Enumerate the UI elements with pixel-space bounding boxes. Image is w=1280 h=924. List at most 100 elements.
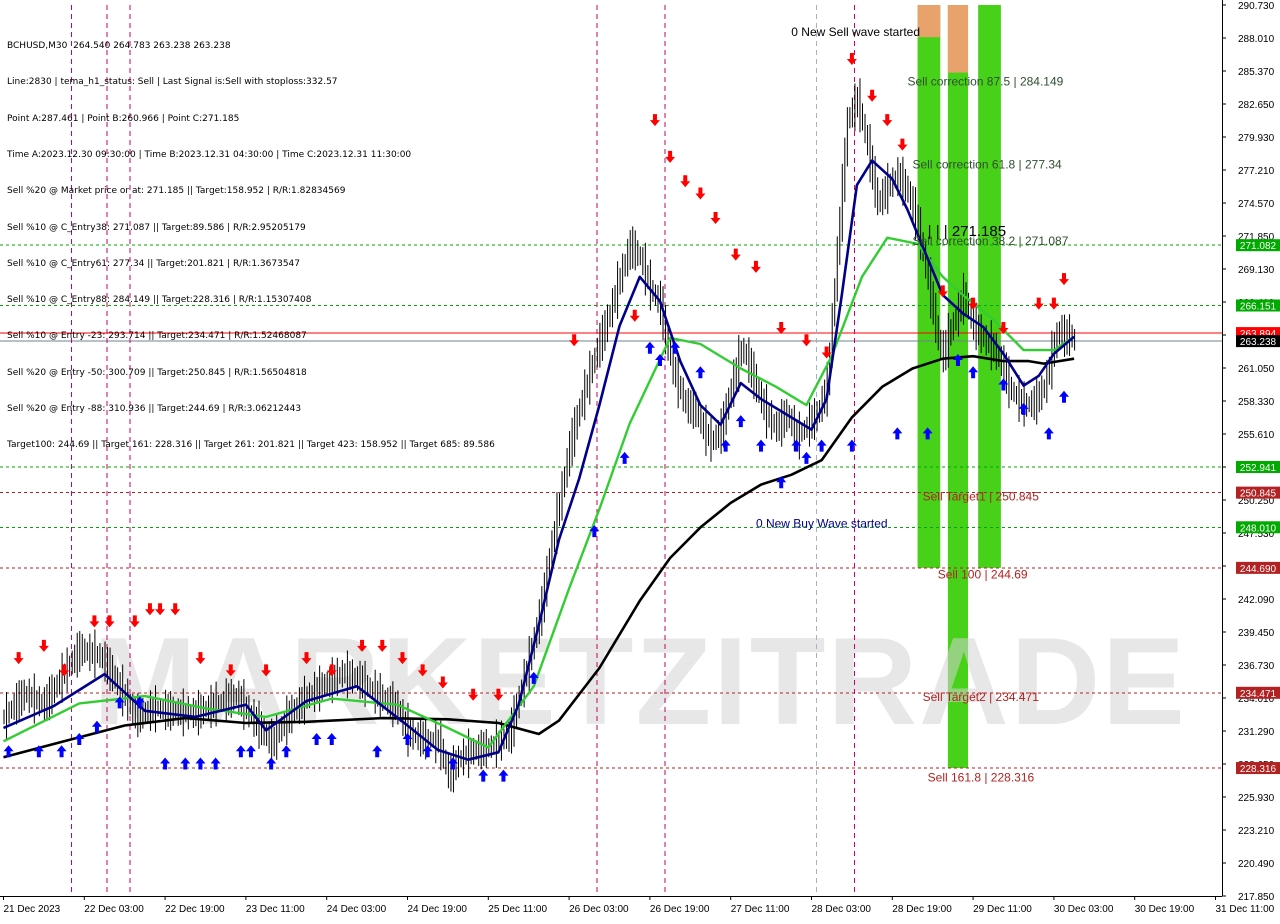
buy-arrow-icon	[720, 439, 731, 452]
time-tick-label: 29 Dec 11:00	[973, 904, 1032, 915]
price-tick-label: 242.090	[1238, 595, 1275, 606]
info-line: Sell %20 @ Entry -88: 310.936 || Target:…	[7, 404, 302, 414]
price-tick-label: 236.730	[1238, 661, 1275, 672]
buy-arrow-icon	[756, 439, 766, 452]
target-zone	[917, 5, 941, 568]
symbol-label: BCHUSD,M30	[7, 41, 68, 52]
buy-arrow-icon	[695, 366, 706, 379]
target-zone	[947, 5, 969, 73]
price-tick-label: 223.210	[1238, 826, 1275, 837]
chart-annotation: Sell Target1 | 250.845	[923, 490, 1040, 504]
buy-arrow-icon	[195, 757, 206, 770]
price-tick-label: 261.050	[1238, 364, 1275, 375]
price-tick-label: 279.930	[1238, 133, 1275, 144]
chart-annotation: Sell correction 87.5 | 284.149	[907, 74, 1063, 88]
buy-arrow-icon	[56, 745, 67, 758]
price-tick-label: 290.730	[1238, 1, 1275, 12]
sell-arrow-icon	[730, 248, 741, 261]
price-level-tag-label: 248.010	[1240, 523, 1277, 534]
buy-arrow-icon	[644, 341, 655, 354]
time-tick-label: 22 Dec 19:00	[165, 904, 225, 915]
chart-annotation: 0 New Buy Wave started	[756, 516, 888, 530]
price-tick-label: 274.570	[1238, 199, 1275, 210]
ohlc-label: 264.540 264.783 263.238 263.238	[73, 41, 231, 52]
price-level-tag-label: 263.238	[1240, 337, 1277, 348]
info-line: Sell %20 @ Entry -50: 300.709 || Target:…	[7, 367, 307, 378]
price-level-tag-label: 271.082	[1240, 241, 1277, 252]
time-tick-label: 22 Dec 03:00	[84, 904, 144, 915]
info-line: Sell %10 @ C_Entry38: 271.087 || Target:…	[7, 222, 306, 233]
buy-arrow-icon	[74, 733, 85, 746]
price-level-tag-label: 250.845	[1240, 489, 1277, 500]
watermark-text: MARKETZITRADE	[93, 613, 1187, 751]
sell-arrow-icon	[569, 334, 580, 347]
sell-arrow-icon	[629, 309, 640, 322]
sell-arrow-icon	[13, 652, 24, 665]
sell-arrow-icon	[846, 53, 857, 66]
time-tick-label: 26 Dec 19:00	[650, 904, 710, 915]
chart-annotation: 0 New Sell wave started	[791, 25, 920, 39]
buy-arrow-icon	[619, 451, 630, 464]
info-line: Target100: 244.69 || Target 161: 228.316…	[7, 440, 495, 451]
header-line: BCHUSD,M30 264.540 264.783 263.238 263.2…	[7, 40, 495, 52]
price-tick-label: 225.930	[1238, 793, 1275, 804]
sell-arrow-icon	[897, 138, 908, 151]
price-level-tag-label: 252.941	[1240, 463, 1277, 474]
chart-annotation: | | | 271.185	[928, 223, 1006, 240]
sell-arrow-icon	[776, 322, 787, 335]
chart-annotation: Sell 100 | 244.69	[938, 568, 1028, 582]
price-tick-label: 220.490	[1238, 859, 1275, 870]
sell-arrow-icon	[649, 114, 660, 127]
sell-arrow-icon	[38, 639, 49, 652]
price-tick-label: 285.370	[1238, 67, 1275, 78]
time-tick-label: 31 Dec 11:00	[1216, 904, 1275, 915]
sell-arrow-icon	[695, 187, 706, 200]
price-tick-label: 255.610	[1238, 430, 1275, 441]
price-level-tag-label: 244.690	[1240, 564, 1277, 575]
time-tick-label: 24 Dec 03:00	[327, 904, 387, 915]
target-zone	[978, 5, 1001, 568]
info-line: Sell %20 @ Market price or at: 271.185 |…	[7, 186, 346, 197]
price-tick-label: 258.330	[1238, 397, 1275, 408]
price-tick-label: 269.130	[1238, 265, 1275, 276]
chart-annotation: Sell Target2 | 234.471	[923, 690, 1040, 704]
sell-arrow-icon	[882, 114, 893, 127]
buy-arrow-icon	[266, 757, 277, 770]
buy-arrow-icon	[735, 415, 746, 428]
sell-arrow-icon	[801, 334, 812, 347]
buy-arrow-icon	[670, 341, 681, 354]
sell-arrow-icon	[1059, 273, 1069, 286]
price-tick-label: 282.650	[1238, 100, 1275, 111]
buy-arrow-icon	[892, 427, 903, 440]
indicator-info-panel: BCHUSD,M30 264.540 264.783 263.238 263.2…	[7, 16, 495, 476]
price-tick-label: 277.210	[1238, 166, 1275, 177]
info-line: Sell %10 @ Entry -23: 293.714 || Target:…	[7, 331, 307, 342]
info-line: Sell %10 @ C_Entry88: 284.149 || Target:…	[7, 295, 312, 306]
target-zone	[917, 5, 941, 38]
time-tick-label: 24 Dec 19:00	[408, 904, 468, 915]
buy-arrow-icon	[801, 451, 812, 464]
chart-area[interactable]: MARKETZITRADE 0 New Sell wave started 0 N…	[0, 0, 1280, 920]
time-tick-label: 23 Dec 11:00	[246, 904, 305, 915]
time-tick-label: 28 Dec 03:00	[812, 904, 872, 915]
buy-arrow-icon	[1043, 427, 1054, 440]
sell-arrow-icon	[1033, 297, 1044, 310]
sell-arrow-icon	[867, 89, 878, 102]
watermark: MARKETZITRADE	[93, 613, 1187, 751]
time-tick-label: 27 Dec 11:00	[731, 904, 790, 915]
buy-arrow-icon	[498, 769, 509, 782]
info-line: Time A:2023.12.30 09:30:00 | Time B:2023…	[7, 150, 412, 161]
time-tick-label: 21 Dec 2023	[4, 904, 61, 915]
sell-arrow-icon	[665, 150, 676, 163]
sell-arrow-icon	[710, 211, 721, 224]
price-tick-label: 239.450	[1238, 628, 1275, 639]
time-tick-label: 28 Dec 19:00	[892, 904, 952, 915]
info-line: Line:2830 | tema_h1_status: Sell | Last …	[7, 77, 338, 88]
price-tick-label: 288.010	[1238, 34, 1275, 45]
info-line: Sell %10 @ C_Entry61: 277.34 || Target:2…	[7, 258, 301, 269]
sell-arrow-icon	[680, 175, 691, 188]
sell-arrow-icon	[1048, 297, 1059, 310]
sell-arrow-icon	[750, 260, 761, 273]
time-tick-label: 25 Dec 11:00	[488, 904, 547, 915]
chart-annotation: Sell correction 61.8 | 277.34	[913, 158, 1063, 172]
